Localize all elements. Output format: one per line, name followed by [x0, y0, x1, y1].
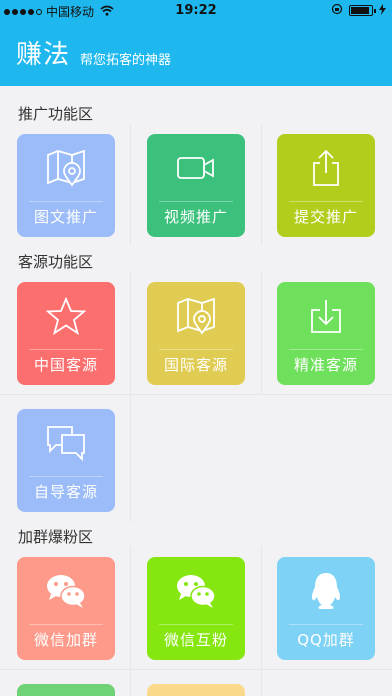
tile-video-promotion[interactable]: 视频推广	[147, 134, 245, 237]
tile-divider	[289, 624, 363, 625]
section-title-promotion: 推广功能区	[18, 105, 94, 123]
star-icon	[17, 296, 115, 336]
grid-divider	[261, 125, 262, 245]
tile-divider	[29, 476, 103, 477]
status-right	[331, 3, 386, 18]
charging-icon	[379, 3, 386, 18]
tile-divider	[289, 201, 363, 202]
tile-label: 自导客源	[33, 483, 98, 501]
tile-divider	[159, 201, 233, 202]
tile-wechat-group[interactable]: 微信加群	[17, 557, 115, 660]
tile-label: 提交推广	[293, 208, 358, 226]
app-title: 赚法	[16, 40, 71, 70]
tile-label: 视频推广	[163, 208, 228, 226]
tile-self-guided-leads[interactable]: 自导客源	[17, 409, 115, 512]
map-pin-icon	[17, 148, 115, 188]
grid-divider	[0, 669, 392, 670]
chat-bubbles-icon	[17, 423, 115, 463]
download-icon	[277, 296, 375, 336]
wechat-icon	[147, 571, 245, 611]
tile-graphic-promotion[interactable]: 图文推广	[17, 134, 115, 237]
tile-submit-promotion[interactable]: 提交推广	[277, 134, 375, 237]
tile-qq-group[interactable]: QQ加群	[277, 557, 375, 660]
tile-label: 图文推广	[33, 208, 98, 226]
rotation-lock-icon	[331, 3, 343, 18]
battery-icon	[349, 5, 376, 16]
tile-label: 中国客源	[33, 356, 98, 374]
grid-divider	[0, 394, 392, 395]
tile-international-leads[interactable]: 国际客源	[147, 282, 245, 385]
section-title-groups: 加群爆粉区	[18, 528, 94, 546]
grid-divider	[261, 546, 262, 696]
tile-label: 国际客源	[163, 356, 228, 374]
app-header: 赚法 帮您拓客的神器	[0, 22, 392, 86]
tile-label: 微信互粉	[163, 631, 228, 649]
grid-divider	[130, 546, 131, 696]
share-upload-icon	[277, 148, 375, 188]
grid-divider	[130, 272, 131, 522]
tile-precise-leads[interactable]: 精准客源	[277, 282, 375, 385]
wechat-icon	[17, 571, 115, 611]
video-camera-icon	[147, 148, 245, 188]
tile-divider	[289, 349, 363, 350]
tile-divider	[29, 624, 103, 625]
tile-label: QQ加群	[297, 631, 355, 649]
app-subtitle: 帮您拓客的神器	[80, 53, 172, 68]
tile-divider	[29, 349, 103, 350]
tile-divider	[29, 201, 103, 202]
grid-divider	[261, 272, 262, 394]
tile-label: 精准客源	[293, 356, 358, 374]
section-title-leads: 客源功能区	[18, 253, 94, 271]
grid-divider	[130, 125, 131, 245]
tile-divider	[159, 624, 233, 625]
qq-penguin-icon	[277, 571, 375, 611]
tile-divider	[159, 349, 233, 350]
tile-wechat-follow[interactable]: 微信互粉	[147, 557, 245, 660]
tile-china-leads[interactable]: 中国客源	[17, 282, 115, 385]
battery-level	[351, 7, 369, 14]
tile-partial[interactable]	[147, 684, 245, 696]
status-bar: 中国移动 19:22	[0, 0, 392, 22]
tile-label: 微信加群	[33, 631, 98, 649]
map-pin-icon	[147, 296, 245, 336]
tile-partial[interactable]	[17, 684, 115, 696]
